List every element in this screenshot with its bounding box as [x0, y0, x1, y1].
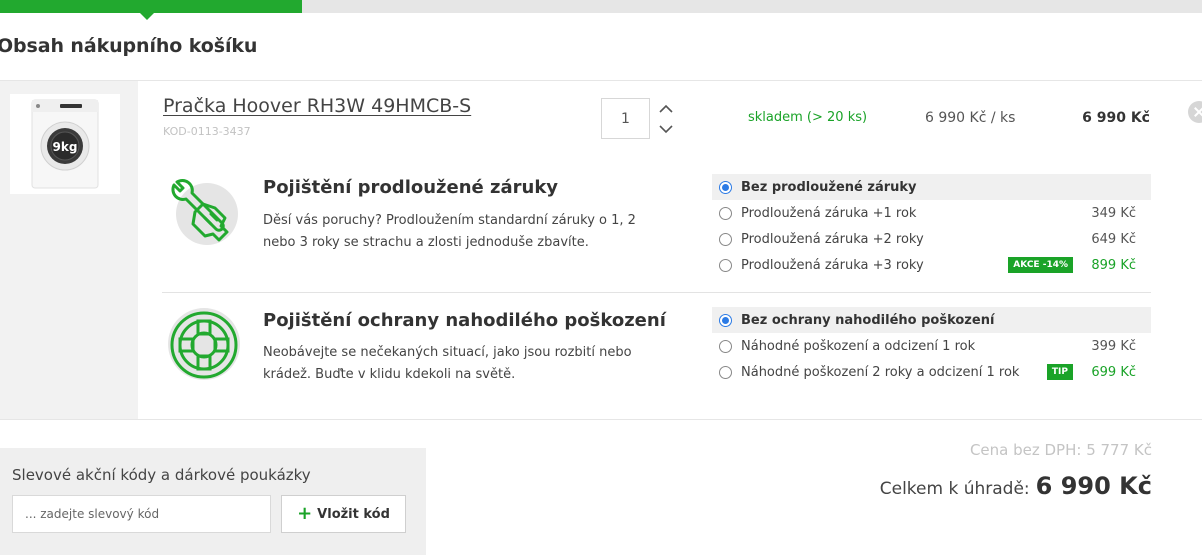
warranty-option-1-year[interactable]: Prodloužená záruka +1 rok 349 Kč: [712, 200, 1151, 226]
option-label: Bez ochrany nahodilého poškození: [741, 312, 995, 328]
price-without-vat: Cena bez DPH: 5 777 Kč: [969, 441, 1152, 459]
current-step-pointer: [140, 13, 154, 20]
option-label: Náhodné poškození 2 roky a odcizení 1 ro…: [741, 364, 1020, 380]
radio-icon: [719, 232, 732, 246]
warranty-description: Děsí vás poruchy? Prodloužením standardn…: [263, 213, 636, 250]
damage-option-2-years[interactable]: Náhodné poškození 2 roky a odcizení 1 ro…: [712, 359, 1151, 385]
line-total: 6 990 Kč: [1082, 110, 1150, 126]
apply-code-label: Vložit kód: [317, 506, 390, 522]
capacity-label: 9kg: [53, 140, 78, 154]
radio-icon: [719, 206, 732, 220]
warranty-title: Pojištění prodloužené záruky: [263, 177, 559, 198]
option-label: Prodloužená záruka +3 roky: [741, 257, 924, 273]
sale-badge: AKCE -14%: [1008, 257, 1073, 273]
option-price: 649 Kč: [1091, 231, 1136, 247]
plus-icon: +: [297, 503, 313, 524]
damage-option-1-year[interactable]: Náhodné poškození a odcizení 1 rok 399 K…: [712, 333, 1151, 359]
damage-title: Pojištění ochrany nahodilého poškození: [263, 310, 666, 331]
option-price: 349 Kč: [1091, 205, 1136, 221]
option-label: Prodloužená záruka +2 roky: [741, 231, 924, 247]
quantity-decrease-button[interactable]: [658, 121, 674, 135]
radio-icon: [719, 365, 732, 379]
washing-machine-image: 9kg: [31, 99, 99, 189]
radio-icon: [719, 339, 732, 353]
stock-status: skladem (> 20 ks): [748, 110, 868, 125]
radio-icon: [719, 258, 732, 272]
unit-price: 6 990 Kč / ks: [925, 110, 1016, 126]
promo-code-input[interactable]: [12, 495, 271, 533]
total-label: Celkem k úhradě:: [879, 479, 1030, 499]
order-total: Celkem k úhradě: 6 990 Kč: [880, 472, 1152, 500]
lifebuoy-icon: [167, 307, 241, 381]
option-price: 699 Kč: [1091, 364, 1136, 380]
option-label: Bez prodloužené záruky: [741, 179, 917, 195]
wrench-hand-icon: [167, 174, 241, 248]
warranty-option-3-years[interactable]: Prodloužená záruka +3 roky AKCE -14% 899…: [712, 252, 1151, 278]
page-title: Obsah nákupního košíku: [0, 35, 258, 57]
damage-description: Neobávejte se nečekaných situací, jako j…: [263, 345, 632, 382]
option-label: Náhodné poškození a odcizení 1 rok: [741, 338, 976, 354]
product-thumbnail[interactable]: 9kg: [10, 94, 120, 194]
product-name-link[interactable]: Pračka Hoover RH3W 49HMCB-S: [163, 95, 471, 117]
warranty-option-none[interactable]: Bez prodloužené záruky: [712, 174, 1151, 200]
option-price: 899 Kč: [1091, 257, 1136, 273]
divider: [0, 80, 1202, 81]
section-divider: [162, 292, 1151, 293]
apply-code-button[interactable]: + Vložit kód: [281, 495, 406, 533]
quantity-increase-button[interactable]: [658, 101, 674, 115]
remove-item-button[interactable]: [1188, 101, 1202, 123]
divider: [0, 419, 1202, 420]
total-amount: 6 990 Kč: [1035, 472, 1152, 500]
damage-option-none[interactable]: Bez ochrany nahodilého poškození: [712, 307, 1151, 333]
chevron-up-icon: [659, 104, 673, 113]
product-code: KOD-0113-3437: [163, 125, 251, 138]
warranty-options: Bez prodloužené záruky Prodloužená záruk…: [712, 174, 1151, 278]
checkout-progress-fill: [0, 0, 302, 13]
checkout-progress-bar: [0, 0, 1202, 20]
promo-title: Slevové akční kódy a dárkové poukázky: [12, 466, 311, 484]
chevron-down-icon: [659, 125, 673, 134]
option-label: Prodloužená záruka +1 rok: [741, 205, 917, 221]
radio-selected-icon: [719, 180, 732, 194]
warranty-option-2-years[interactable]: Prodloužená záruka +2 roky 649 Kč: [712, 226, 1151, 252]
quantity-input[interactable]: 1: [601, 98, 650, 139]
tip-badge: TIP: [1046, 364, 1073, 380]
damage-options: Bez ochrany nahodilého poškození Náhodné…: [712, 307, 1151, 385]
radio-selected-icon: [719, 313, 732, 327]
option-price: 399 Kč: [1091, 338, 1136, 354]
